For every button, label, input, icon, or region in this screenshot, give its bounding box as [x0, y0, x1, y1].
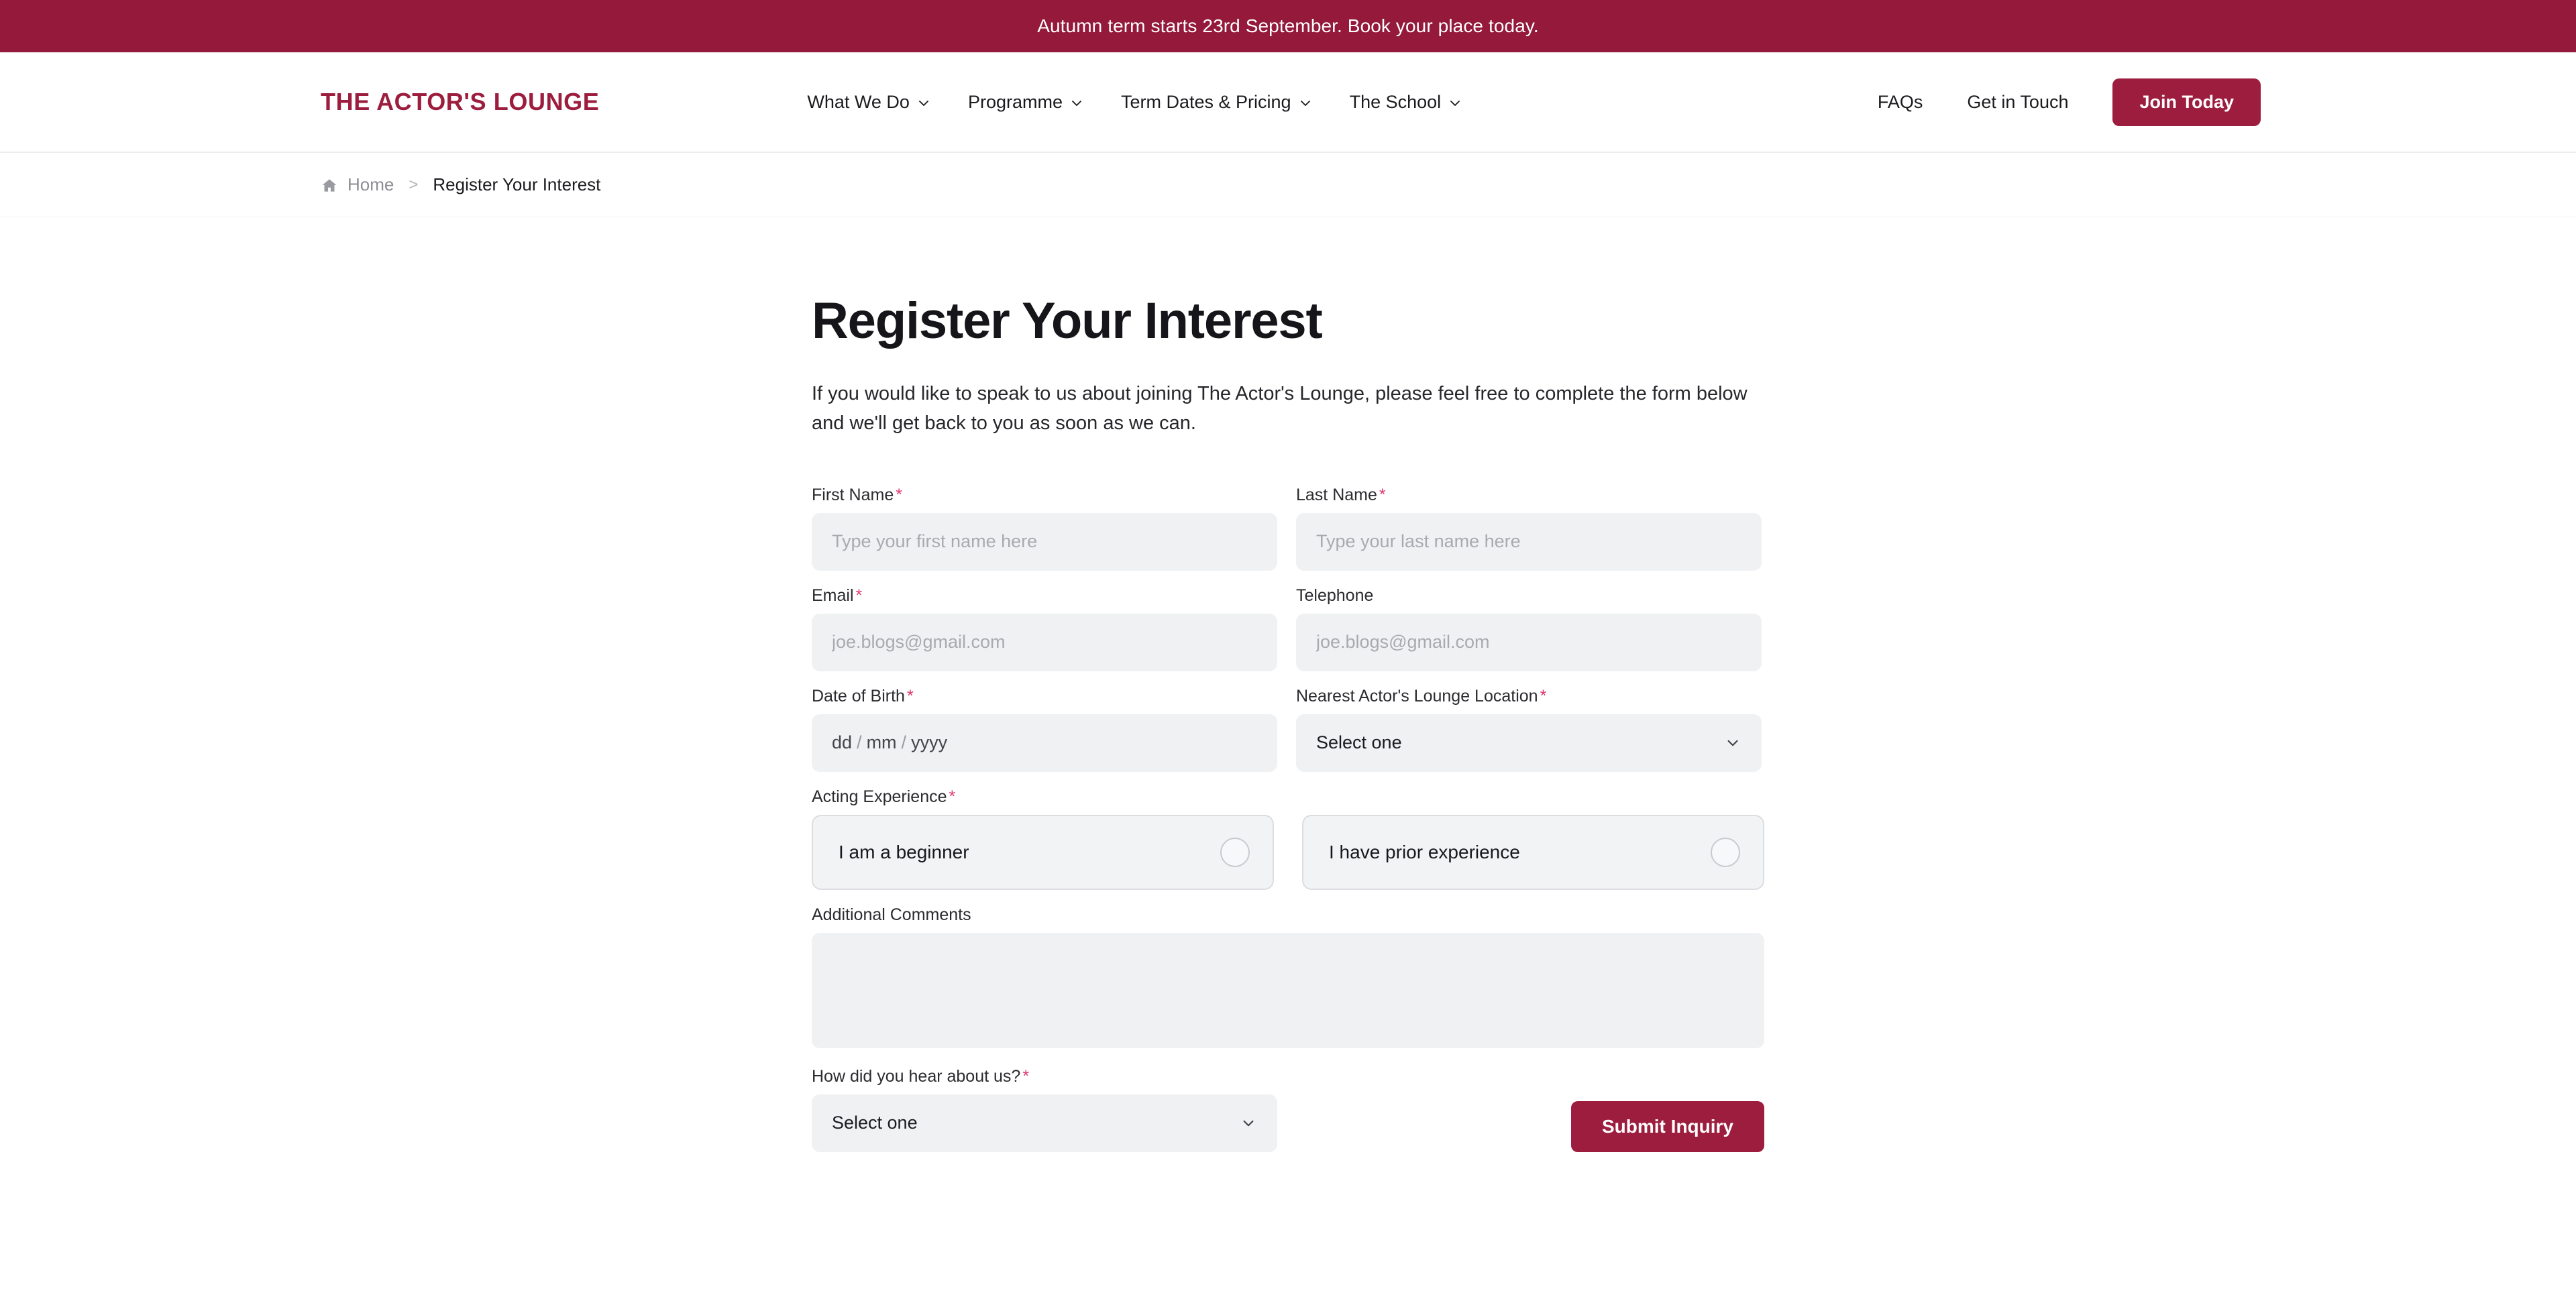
- hear-about-us-select-value: Select one: [832, 1113, 918, 1133]
- required-asterisk: *: [1379, 485, 1386, 504]
- location-select-value: Select one: [1316, 732, 1402, 753]
- radio-option-prior-experience[interactable]: I have prior experience: [1302, 814, 1764, 890]
- last-name-label: Last Name *: [1296, 485, 1762, 505]
- breadcrumb-current-page: Register Your Interest: [433, 174, 601, 194]
- field-additional-comments: Additional Comments: [812, 905, 1764, 1052]
- first-name-label: First Name *: [812, 485, 1277, 505]
- dob-day-segment[interactable]: dd: [832, 732, 852, 753]
- radio-circle-icon[interactable]: [1220, 837, 1250, 867]
- home-icon: [321, 177, 338, 194]
- chevron-down-icon: [1448, 97, 1462, 110]
- site-logo[interactable]: THE ACTOR'S LOUNGE: [321, 88, 599, 116]
- nav-link-faqs[interactable]: FAQs: [1878, 92, 1923, 113]
- email-input[interactable]: [812, 613, 1277, 671]
- field-last-name: Last Name *: [1296, 485, 1762, 571]
- field-email: Email *: [812, 585, 1277, 671]
- radio-option-beginner[interactable]: I am a beginner: [812, 814, 1274, 890]
- field-location: Nearest Actor's Lounge Location * Select …: [1296, 686, 1762, 772]
- first-name-label-text: First Name: [812, 485, 894, 504]
- nav-item-label: Programme: [967, 91, 1063, 112]
- required-asterisk: *: [949, 787, 956, 806]
- register-interest-panel: Register Your Interest If you would like…: [812, 294, 1764, 1152]
- additional-comments-label-text: Additional Comments: [812, 905, 971, 924]
- site-header: THE ACTOR'S LOUNGE What We Do Programme …: [0, 52, 2576, 153]
- breadcrumb-home-link[interactable]: Home: [347, 174, 394, 195]
- date-of-birth-input[interactable]: dd / mm / yyyy: [812, 714, 1277, 772]
- email-label-text: Email: [812, 585, 854, 605]
- form-row-dob-location: Date of Birth * dd / mm / yyyy Nearest Ac…: [812, 686, 1764, 772]
- nav-item-what-we-do[interactable]: What We Do: [807, 92, 930, 113]
- required-asterisk: *: [855, 585, 863, 605]
- form-row-names: First Name* Last Name*: [812, 485, 1764, 571]
- telephone-label: Telephone: [1296, 585, 1762, 606]
- nav-item-label: The School: [1349, 91, 1442, 112]
- hear-about-us-select[interactable]: Select one: [812, 1094, 1277, 1152]
- header-actions: FAQs Get in Touch Join Today: [1878, 78, 2261, 126]
- main-navigation: What We Do Programme Term Dates & Pricin…: [807, 92, 1462, 113]
- location-label: Nearest Actor's Lounge Location *: [1296, 686, 1762, 706]
- dob-separator: /: [901, 732, 907, 753]
- hear-about-us-label-text: How did you hear about us?: [812, 1066, 1021, 1086]
- date-of-birth-label: Date of Birth *: [812, 686, 1277, 706]
- field-date-of-birth: Date of Birth * dd / mm / yyyy: [812, 686, 1277, 772]
- chevron-down-icon: [1240, 1115, 1257, 1132]
- breadcrumb-separator: >: [409, 175, 419, 194]
- form-row-additional-comments: Additional Comments: [812, 905, 1764, 1052]
- radio-circle-icon[interactable]: [1711, 837, 1740, 867]
- join-today-button[interactable]: Join Today: [2112, 78, 2261, 126]
- nav-item-the-school[interactable]: The School: [1350, 92, 1462, 113]
- acting-experience-label-text: Acting Experience: [812, 787, 947, 806]
- field-telephone: Telephone: [1296, 585, 1762, 671]
- additional-comments-textarea[interactable]: [812, 932, 1764, 1048]
- dob-separator: /: [857, 732, 862, 753]
- last-name-input[interactable]: [1296, 512, 1762, 571]
- nav-link-get-in-touch[interactable]: Get in Touch: [1967, 92, 2068, 113]
- hear-about-us-label: How did you hear about us? *: [812, 1066, 1277, 1086]
- location-select[interactable]: Select one: [1296, 714, 1762, 772]
- submit-inquiry-button[interactable]: Submit Inquiry: [1571, 1100, 1764, 1152]
- dob-month-segment[interactable]: mm: [867, 732, 897, 753]
- form-row-contact: Email* Telephone: [812, 585, 1764, 671]
- additional-comments-label: Additional Comments: [812, 905, 1764, 925]
- field-first-name: First Name *: [812, 485, 1277, 571]
- radio-option-label: I have prior experience: [1329, 841, 1520, 862]
- dob-year-segment[interactable]: yyyy: [911, 732, 947, 753]
- acting-experience-options: I am a beginner I have prior experience: [812, 814, 1764, 890]
- nav-item-label: What We Do: [807, 91, 910, 112]
- email-label: Email *: [812, 585, 1277, 606]
- announcement-bar: Autumn term starts 23rd September. Book …: [0, 0, 2576, 52]
- field-acting-experience: Acting Experience * I am a beginner I hav…: [812, 787, 1764, 890]
- chevron-down-icon: [917, 97, 930, 110]
- intro-paragraph: If you would like to speak to us about j…: [812, 382, 1748, 434]
- chevron-down-icon: [1299, 97, 1312, 110]
- register-interest-form: First Name* Last Name* Email*: [812, 485, 1764, 1152]
- acting-experience-label: Acting Experience *: [812, 787, 1764, 807]
- required-asterisk: *: [1540, 686, 1547, 705]
- date-of-birth-label-text: Date of Birth: [812, 686, 905, 705]
- required-asterisk: *: [896, 485, 902, 504]
- chevron-down-icon: [1070, 97, 1083, 110]
- required-asterisk: *: [906, 686, 914, 705]
- breadcrumb: Home > Register Your Interest: [0, 153, 2576, 217]
- announcement-text: Autumn term starts 23rd September. Book …: [1037, 15, 1539, 36]
- form-row-acting-experience: Acting Experience * I am a beginner I hav…: [812, 787, 1764, 890]
- field-hear-about-us: How did you hear about us? * Select one: [812, 1066, 1277, 1152]
- form-row-source-submit: How did you hear about us? * Select one S…: [812, 1066, 1764, 1152]
- nav-item-label: Term Dates & Pricing: [1121, 91, 1291, 112]
- nav-item-term-dates-pricing[interactable]: Term Dates & Pricing: [1121, 92, 1312, 113]
- required-asterisk: *: [1022, 1066, 1030, 1086]
- nav-item-programme[interactable]: Programme: [968, 92, 1083, 113]
- location-label-text: Nearest Actor's Lounge Location: [1296, 686, 1538, 705]
- chevron-down-icon: [1724, 734, 1741, 752]
- radio-option-label: I am a beginner: [839, 841, 969, 862]
- telephone-input[interactable]: [1296, 613, 1762, 671]
- telephone-label-text: Telephone: [1296, 585, 1374, 605]
- last-name-label-text: Last Name: [1296, 485, 1377, 504]
- first-name-input[interactable]: [812, 512, 1277, 571]
- page-title: Register Your Interest: [812, 292, 1323, 349]
- main-content: Register Your Interest If you would like…: [0, 217, 2576, 1152]
